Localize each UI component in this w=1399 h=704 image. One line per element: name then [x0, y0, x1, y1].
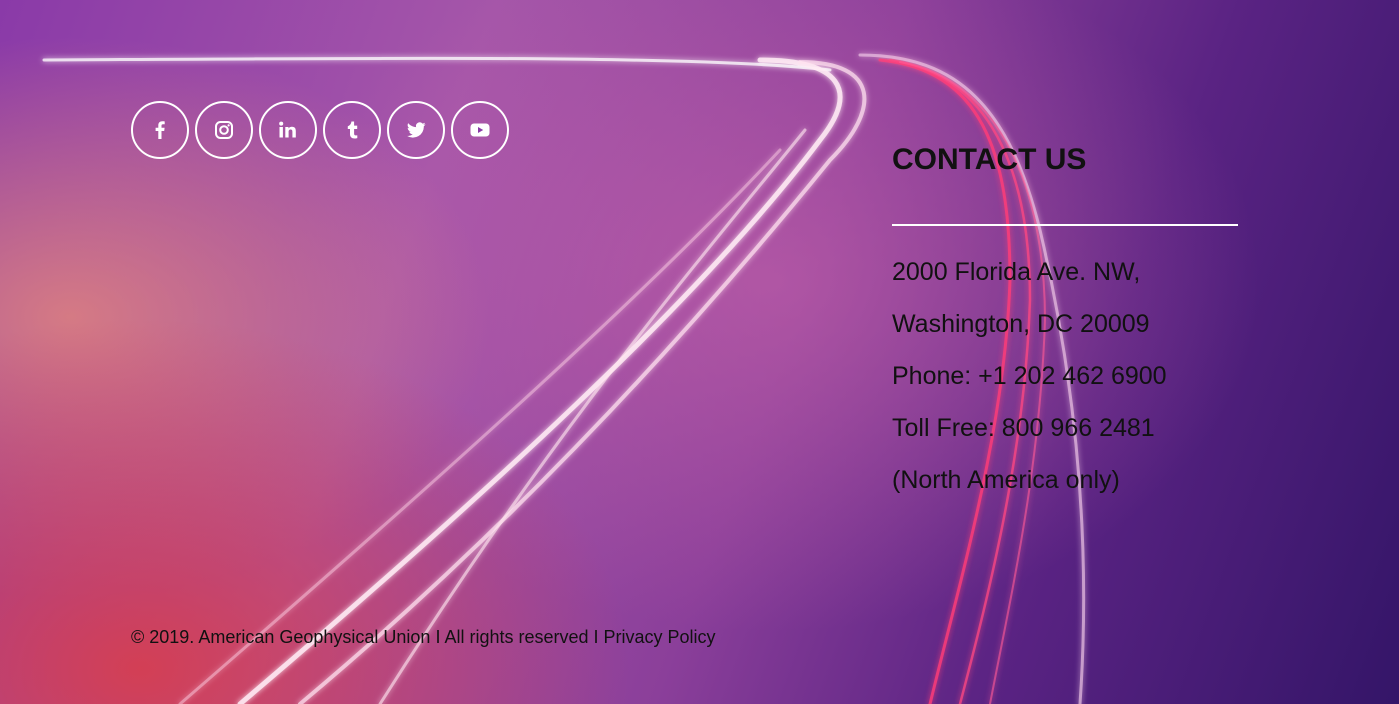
site-footer: CONTACT US 2000 Florida Ave. NW, Washing… — [0, 0, 1399, 704]
legal-separator: I — [430, 627, 445, 647]
linkedin-button[interactable] — [259, 101, 317, 159]
legal-bar: © 2019. American Geophysical Union I All… — [131, 627, 716, 648]
toll-free-number: Toll Free: 800 966 2481 — [892, 414, 1155, 442]
phone-number: Phone: +1 202 462 6900 — [892, 362, 1167, 390]
contact-section: CONTACT US 2000 Florida Ave. NW, Washing… — [892, 138, 1238, 506]
instagram-button[interactable] — [195, 101, 253, 159]
tumblr-icon — [347, 121, 358, 139]
youtube-icon — [470, 123, 490, 137]
facebook-icon — [155, 121, 165, 139]
social-links — [131, 101, 509, 159]
toll-free-note: (North America only) — [892, 466, 1120, 494]
tumblr-button[interactable] — [323, 101, 381, 159]
facebook-button[interactable] — [131, 101, 189, 159]
contact-details: 2000 Florida Ave. NW, Washington, DC 200… — [892, 246, 1238, 506]
privacy-policy-link[interactable]: Privacy Policy — [604, 627, 716, 647]
contact-heading: CONTACT US — [892, 143, 1087, 176]
youtube-button[interactable] — [451, 101, 509, 159]
twitter-button[interactable] — [387, 101, 445, 159]
rights-text: All rights reserved — [444, 627, 589, 647]
address-line-2: Washington, DC 20009 — [892, 310, 1150, 338]
contact-divider — [892, 224, 1238, 226]
twitter-icon — [407, 122, 426, 138]
copyright-text: © 2019. American Geophysical Union — [131, 627, 431, 647]
legal-separator: I — [588, 627, 604, 647]
instagram-icon — [215, 121, 233, 139]
address-line-1: 2000 Florida Ave. NW, — [892, 258, 1141, 286]
linkedin-icon — [279, 121, 296, 138]
